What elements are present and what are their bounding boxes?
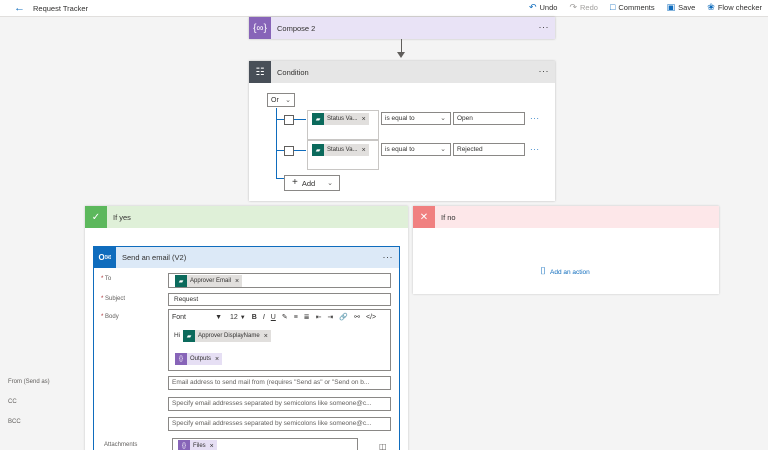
operator-select[interactable]: is equal to ⌄ xyxy=(381,112,451,125)
send-email-header[interactable]: O✉ Send an email (V2) ··· xyxy=(94,247,399,268)
cc-label: CC xyxy=(8,399,17,405)
bcc-field[interactable]: Specify email addresses separated by sem… xyxy=(168,417,391,431)
chevron-down-icon: ⌄ xyxy=(440,115,446,122)
chevron-down-icon: ⌄ xyxy=(327,180,333,187)
cc-field[interactable]: Specify email addresses separated by sem… xyxy=(168,397,391,411)
remove-token-icon[interactable]: × xyxy=(210,443,214,450)
rich-text-toolbar: Font ▼ 12 ▼ B I U ✎ ≡ ≣ ⇤ ⇥ 🔗 ⚯ </> xyxy=(169,310,390,324)
dynamic-content-token[interactable]: ▰ Status Va... × xyxy=(312,113,369,125)
condition-value-input[interactable]: Open xyxy=(453,112,525,125)
body-greeting: Hi xyxy=(174,332,181,339)
add-condition-button[interactable]: + Add ⌄ xyxy=(284,175,340,191)
toolbar-actions: ↶ Undo ↷ Redo □ Comments ▣ Save ❀ Flow checke… xyxy=(528,2,762,13)
compose-title: Compose 2 xyxy=(277,23,316,33)
save-icon: ▣ xyxy=(666,2,676,12)
flow-checker-button[interactable]: ❀ Flow checker xyxy=(707,2,762,13)
operator-select[interactable]: is equal to ⌄ xyxy=(381,143,451,156)
subject-label: * Subject xyxy=(101,296,126,302)
numbered-list-icon[interactable]: ≣ xyxy=(304,313,310,321)
remove-token-icon[interactable]: × xyxy=(362,147,366,154)
back-arrow-icon[interactable]: ← xyxy=(14,2,25,14)
add-action-icon: ⌷ xyxy=(540,266,546,277)
dataverse-icon: ▰ xyxy=(312,113,324,125)
condition-title: Condition xyxy=(277,67,309,77)
attachments-label: Attachments xyxy=(104,442,138,448)
comment-icon: □ xyxy=(609,2,616,12)
row-more-icon[interactable]: ··· xyxy=(530,145,540,154)
dynamic-content-token[interactable]: ▰ Approver Email × xyxy=(175,275,243,287)
plus-icon: + xyxy=(292,177,298,188)
subject-field[interactable]: Request xyxy=(168,293,391,306)
add-an-action-button[interactable]: ⌷ Add an action xyxy=(540,267,590,277)
comments-button[interactable]: □ Comments xyxy=(609,2,655,13)
remove-token-icon[interactable]: × xyxy=(235,278,239,285)
row-checkbox[interactable] xyxy=(284,146,294,156)
undo-button[interactable]: ↶ Undo xyxy=(528,2,557,13)
check-icon: ✓ xyxy=(85,206,107,228)
compose-icon: {∞} xyxy=(249,17,271,39)
dataverse-icon: ▰ xyxy=(175,275,187,287)
more-options-icon[interactable]: ··· xyxy=(539,22,550,32)
if-no-branch: ✕ If no xyxy=(413,206,719,294)
more-options-icon[interactable]: ··· xyxy=(539,66,550,76)
compose-icon: {} xyxy=(178,440,190,450)
command-bar: ← Request Tracker ↶ Undo ↷ Redo □ Comments … xyxy=(0,0,768,17)
bold-icon[interactable]: B xyxy=(252,314,257,321)
condition-header[interactable]: ☷ Condition ··· xyxy=(249,61,555,83)
stethoscope-icon: ❀ xyxy=(707,2,715,12)
flow-title: Request Tracker xyxy=(33,4,89,13)
close-icon: ✕ xyxy=(413,206,435,228)
italic-icon[interactable]: I xyxy=(263,314,265,321)
connector-arrow-icon xyxy=(397,52,405,58)
condition-tree-branch xyxy=(276,178,284,179)
dynamic-content-token[interactable]: {} Files × xyxy=(178,440,217,450)
remove-token-icon[interactable]: × xyxy=(362,116,366,123)
from-field[interactable]: Email address to send mail from (require… xyxy=(168,376,391,390)
condition-value-input[interactable]: Rejected xyxy=(453,143,525,156)
compose-card[interactable]: {∞} Compose 2 ··· xyxy=(249,17,555,39)
body-label: * Body xyxy=(101,314,119,320)
dynamic-content-token[interactable]: ▰ Status Va... × xyxy=(312,144,369,156)
group-operator-select[interactable]: Or ⌄ xyxy=(267,93,295,107)
font-size-select[interactable]: 12 ▼ xyxy=(230,314,246,321)
more-options-icon[interactable]: ··· xyxy=(383,252,394,262)
if-yes-title: If yes xyxy=(113,212,131,222)
from-label: From (Send as) xyxy=(8,379,50,385)
save-button[interactable]: ▣ Save xyxy=(666,2,696,13)
link-icon[interactable]: 🔗 xyxy=(339,313,348,321)
bcc-label: BCC xyxy=(8,419,21,425)
dataverse-icon: ▰ xyxy=(183,330,195,342)
switch-to-array-icon[interactable]: ◫ xyxy=(379,442,387,450)
redo-icon: ↷ xyxy=(569,2,577,12)
unlink-icon[interactable]: ⚯ xyxy=(354,313,360,321)
compose-header[interactable]: {∞} Compose 2 ··· xyxy=(249,17,555,39)
chevron-down-icon: ⌄ xyxy=(285,97,291,104)
code-view-icon[interactable]: </> xyxy=(366,314,376,321)
row-more-icon[interactable]: ··· xyxy=(530,114,540,123)
outlook-icon: O✉ xyxy=(94,247,116,268)
increase-indent-icon[interactable]: ⇥ xyxy=(328,313,334,321)
dynamic-content-token[interactable]: {} Outputs × xyxy=(175,353,223,365)
bulleted-list-icon[interactable]: ≡ xyxy=(294,314,298,321)
redo-button[interactable]: ↷ Redo xyxy=(569,2,597,13)
compose-icon: {} xyxy=(175,353,187,365)
chevron-down-icon: ⌄ xyxy=(440,146,446,153)
row-checkbox[interactable] xyxy=(284,115,294,125)
remove-token-icon[interactable]: × xyxy=(264,333,268,340)
dataverse-icon: ▰ xyxy=(312,144,324,156)
to-label: * To xyxy=(101,276,112,282)
highlight-icon[interactable]: ✎ xyxy=(282,313,288,321)
dynamic-content-token[interactable]: ▰ Approver DisplayName × xyxy=(183,330,271,342)
undo-icon: ↶ xyxy=(528,2,537,12)
underline-icon[interactable]: U xyxy=(271,314,276,321)
font-select[interactable]: Font ▼ xyxy=(172,314,224,321)
send-email-title: Send an email (V2) xyxy=(122,253,187,262)
if-no-title: If no xyxy=(441,212,456,222)
if-no-header[interactable]: ✕ If no xyxy=(413,206,719,228)
decrease-indent-icon[interactable]: ⇤ xyxy=(316,313,322,321)
condition-icon: ☷ xyxy=(249,61,271,83)
remove-token-icon[interactable]: × xyxy=(215,356,219,363)
if-yes-header[interactable]: ✓ If yes xyxy=(85,206,408,228)
